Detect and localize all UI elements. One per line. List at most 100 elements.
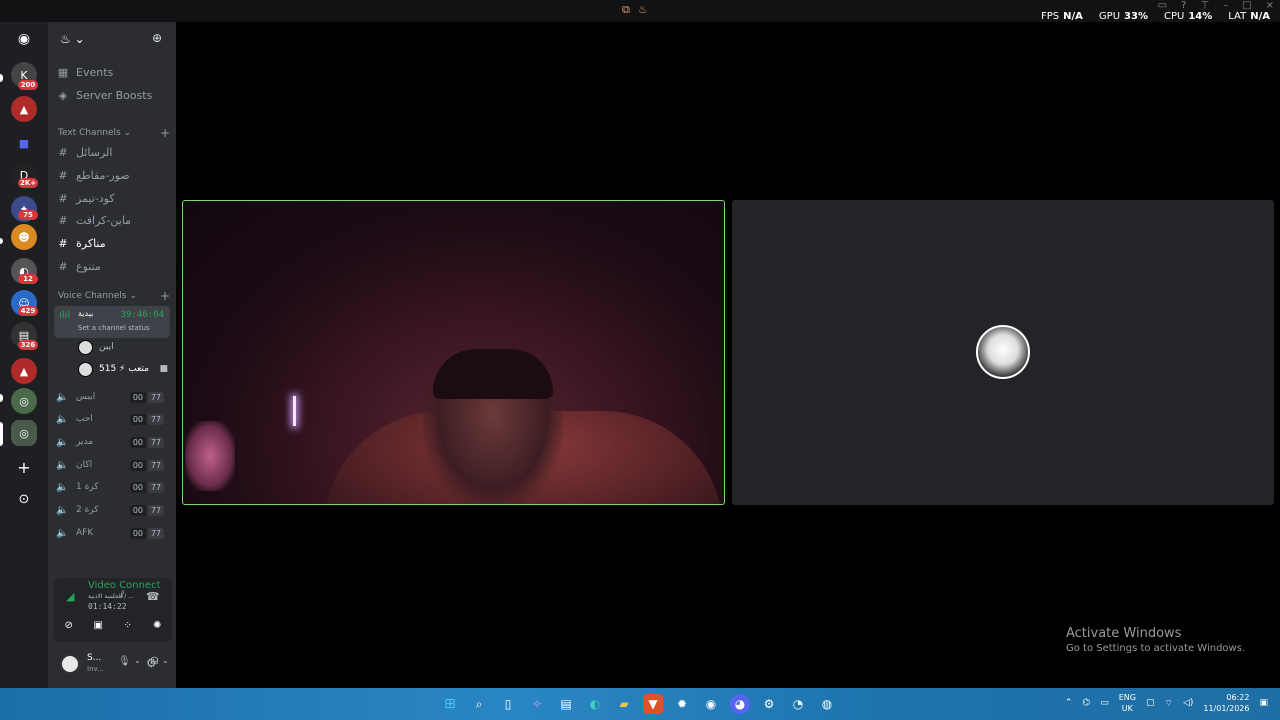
user-status: Inv... bbox=[87, 665, 104, 673]
display-icon[interactable]: ▭ bbox=[1100, 698, 1109, 708]
server-header[interactable]: ♨ ⌄ ⊕ bbox=[48, 22, 176, 56]
monitor-icon[interactable]: ▢ bbox=[1146, 698, 1155, 708]
live-voice-icon: ılıl bbox=[59, 310, 71, 321]
add-channel-icon[interactable]: + bbox=[160, 289, 170, 303]
active-voice-channel[interactable]: ılıl بيدية 39:46:04 Set a channel status bbox=[54, 306, 170, 338]
voice-channel[interactable]: 🔈 2 كرة 00 77 bbox=[56, 500, 170, 520]
screen-share-button[interactable]: ▣ bbox=[86, 616, 110, 634]
system-tray: ⌃ ⌬ ▭ ENG UK ▢ ⌔ ◁) 06:22 11/01/2026 ▣ bbox=[1065, 692, 1268, 714]
settings-gear-icon[interactable]: ⚙ bbox=[146, 656, 157, 670]
voice-channels-category[interactable]: Voice Channels ⌄ + bbox=[58, 289, 170, 303]
window-controls: ▭ ? ⊤ – □ × bbox=[1158, 0, 1274, 11]
avatar[interactable] bbox=[60, 654, 80, 674]
performance-overlay: FPS N/A GPU 33% CPU 14% LAT N/A bbox=[1041, 11, 1270, 22]
network-icon[interactable]: ⌬ bbox=[1082, 698, 1090, 708]
language-indicator[interactable]: ENG UK bbox=[1119, 692, 1136, 714]
voice-channel[interactable]: 🔈 ايبس 00 77 bbox=[56, 387, 170, 407]
disconnect-icon[interactable]: ☎ bbox=[146, 590, 160, 603]
soundboard-button[interactable]: ✺ bbox=[145, 616, 169, 634]
channel-status[interactable]: Set a channel status bbox=[78, 324, 150, 332]
top-bar: ⧉ ♨ ▭ ? ⊤ – □ × FPS N/A GPU 33% CPU 14% LAT… bbox=[0, 0, 1280, 22]
chrome-icon[interactable]: ◍ bbox=[817, 694, 837, 714]
help-icon[interactable]: ? bbox=[1181, 0, 1186, 11]
discord-icon[interactable]: ◕ bbox=[730, 694, 750, 714]
top-center-icons: ⧉ ♨ bbox=[622, 3, 648, 17]
server-icon[interactable]: ◎ bbox=[11, 388, 37, 414]
inbox-icon[interactable]: ▭ bbox=[1158, 0, 1167, 11]
store-icon[interactable]: ▤ bbox=[556, 694, 576, 714]
text-channel[interactable]: # صور-مقاطع bbox=[56, 165, 170, 185]
mention-badge: 2K+ bbox=[18, 178, 39, 188]
steelseries-icon[interactable]: ✹ bbox=[672, 694, 692, 714]
text-channel[interactable]: # ماين-كرافت bbox=[56, 210, 170, 230]
server-icon[interactable]: ▲ bbox=[11, 96, 37, 122]
activities-button[interactable]: ⁘ bbox=[116, 616, 140, 634]
speaker-icon: 🔈 bbox=[56, 436, 69, 448]
text-channel[interactable]: # كود-تيمز bbox=[56, 188, 170, 208]
hash-icon: # bbox=[58, 236, 68, 250]
voice-channel-afk[interactable]: 🔈 AFK 00 77 bbox=[56, 523, 170, 543]
hash-icon: # bbox=[58, 191, 68, 205]
events-item[interactable]: ▦ Events bbox=[56, 62, 170, 82]
windows-start-icon[interactable]: ⊞ bbox=[440, 694, 460, 714]
server-icon[interactable]: ▲ bbox=[11, 358, 37, 384]
text-channel[interactable]: # الرسائل bbox=[56, 142, 170, 162]
signal-icon[interactable]: ◢ bbox=[66, 590, 74, 603]
maximize-icon[interactable]: □ bbox=[1242, 0, 1251, 11]
noise-suppression-icon[interactable]: ⫽ bbox=[120, 590, 124, 601]
text-channel[interactable]: # متنوع bbox=[56, 256, 170, 276]
server-boosts-item[interactable]: ◈ Server Boosts bbox=[56, 85, 170, 105]
add-friend-icon[interactable]: ⊕ bbox=[152, 31, 162, 45]
microphone-icon[interactable]: 🎙 bbox=[118, 656, 131, 667]
text-channels-category[interactable]: Text Channels ⌄ + bbox=[58, 126, 170, 140]
pin-icon[interactable]: ⊤ bbox=[1200, 0, 1209, 11]
speaker-icon: 🔈 bbox=[56, 459, 69, 471]
wifi-icon[interactable]: ⌔ bbox=[1164, 698, 1172, 709]
close-icon[interactable]: × bbox=[1266, 0, 1274, 11]
voice-member[interactable]: 515 ⚡ متعب ■ bbox=[78, 360, 168, 378]
chevron-up-icon[interactable]: ⌃ bbox=[1065, 698, 1073, 708]
search-icon[interactable]: ⌕ bbox=[469, 694, 489, 714]
add-channel-icon[interactable]: + bbox=[160, 126, 170, 140]
file-explorer-icon[interactable]: ▰ bbox=[614, 694, 634, 714]
speaker-icon: 🔈 bbox=[56, 391, 69, 403]
explore-icon[interactable]: ⊙ bbox=[11, 486, 37, 512]
file-icon[interactable]: ▯ bbox=[498, 694, 518, 714]
camera-video-tile[interactable] bbox=[182, 200, 725, 505]
server-name-icon: ♨ ⌄ bbox=[60, 32, 85, 46]
voice-channel[interactable]: 🔈 مدير 00 77 bbox=[56, 432, 170, 452]
voice-member[interactable]: ايبن bbox=[78, 338, 168, 356]
unread-pill bbox=[0, 238, 3, 244]
obs-icon[interactable]: ◉ bbox=[701, 694, 721, 714]
add-server-icon[interactable]: + bbox=[11, 454, 37, 480]
chevron-down-icon[interactable]: ⌄ bbox=[134, 656, 141, 665]
volume-icon[interactable]: ◁) bbox=[1183, 698, 1193, 708]
minimize-icon[interactable]: – bbox=[1223, 0, 1228, 11]
participant-avatar-tile[interactable] bbox=[732, 200, 1274, 505]
camera-off-button[interactable]: ⊘ bbox=[57, 616, 81, 634]
server-icon[interactable]: ◎ bbox=[11, 420, 37, 446]
copilot-icon[interactable]: ✧ bbox=[527, 694, 547, 714]
notification-icon[interactable]: ▣ bbox=[1259, 698, 1268, 708]
voice-channel[interactable]: 🔈 اكان 00 77 bbox=[56, 455, 170, 475]
chevron-down-icon[interactable]: ⌄ bbox=[162, 656, 169, 665]
screen-share-icon[interactable]: ⧉ bbox=[622, 3, 630, 17]
folder-icon[interactable]: ■ bbox=[11, 130, 37, 156]
clock[interactable]: 06:22 11/01/2026 bbox=[1203, 692, 1249, 714]
server-icon[interactable]: ☻ bbox=[11, 224, 37, 250]
voice-channel[interactable]: 🔈 1 كرة 00 77 bbox=[56, 477, 170, 497]
mention-badge: 429 bbox=[18, 306, 38, 316]
username[interactable]: S... bbox=[87, 653, 101, 663]
brave-icon[interactable]: ▼ bbox=[643, 694, 663, 714]
edge-icon[interactable]: ◐ bbox=[585, 694, 605, 714]
text-channel[interactable]: # مناكرة bbox=[56, 233, 170, 253]
screen: ⧉ ♨ ▭ ? ⊤ – □ × FPS N/A GPU 33% CPU 14% LAT… bbox=[0, 0, 1280, 720]
speedometer-icon[interactable]: ◔ bbox=[788, 694, 808, 714]
hash-icon: # bbox=[58, 213, 68, 227]
voice-channel[interactable]: 🔈 احب 00 77 bbox=[56, 409, 170, 429]
selected-pill bbox=[0, 422, 3, 446]
discord-home-icon[interactable]: ◉ bbox=[11, 26, 37, 52]
steam-icon[interactable]: ⚙ bbox=[759, 694, 779, 714]
hash-icon: # bbox=[58, 145, 68, 159]
avatar bbox=[976, 325, 1030, 379]
